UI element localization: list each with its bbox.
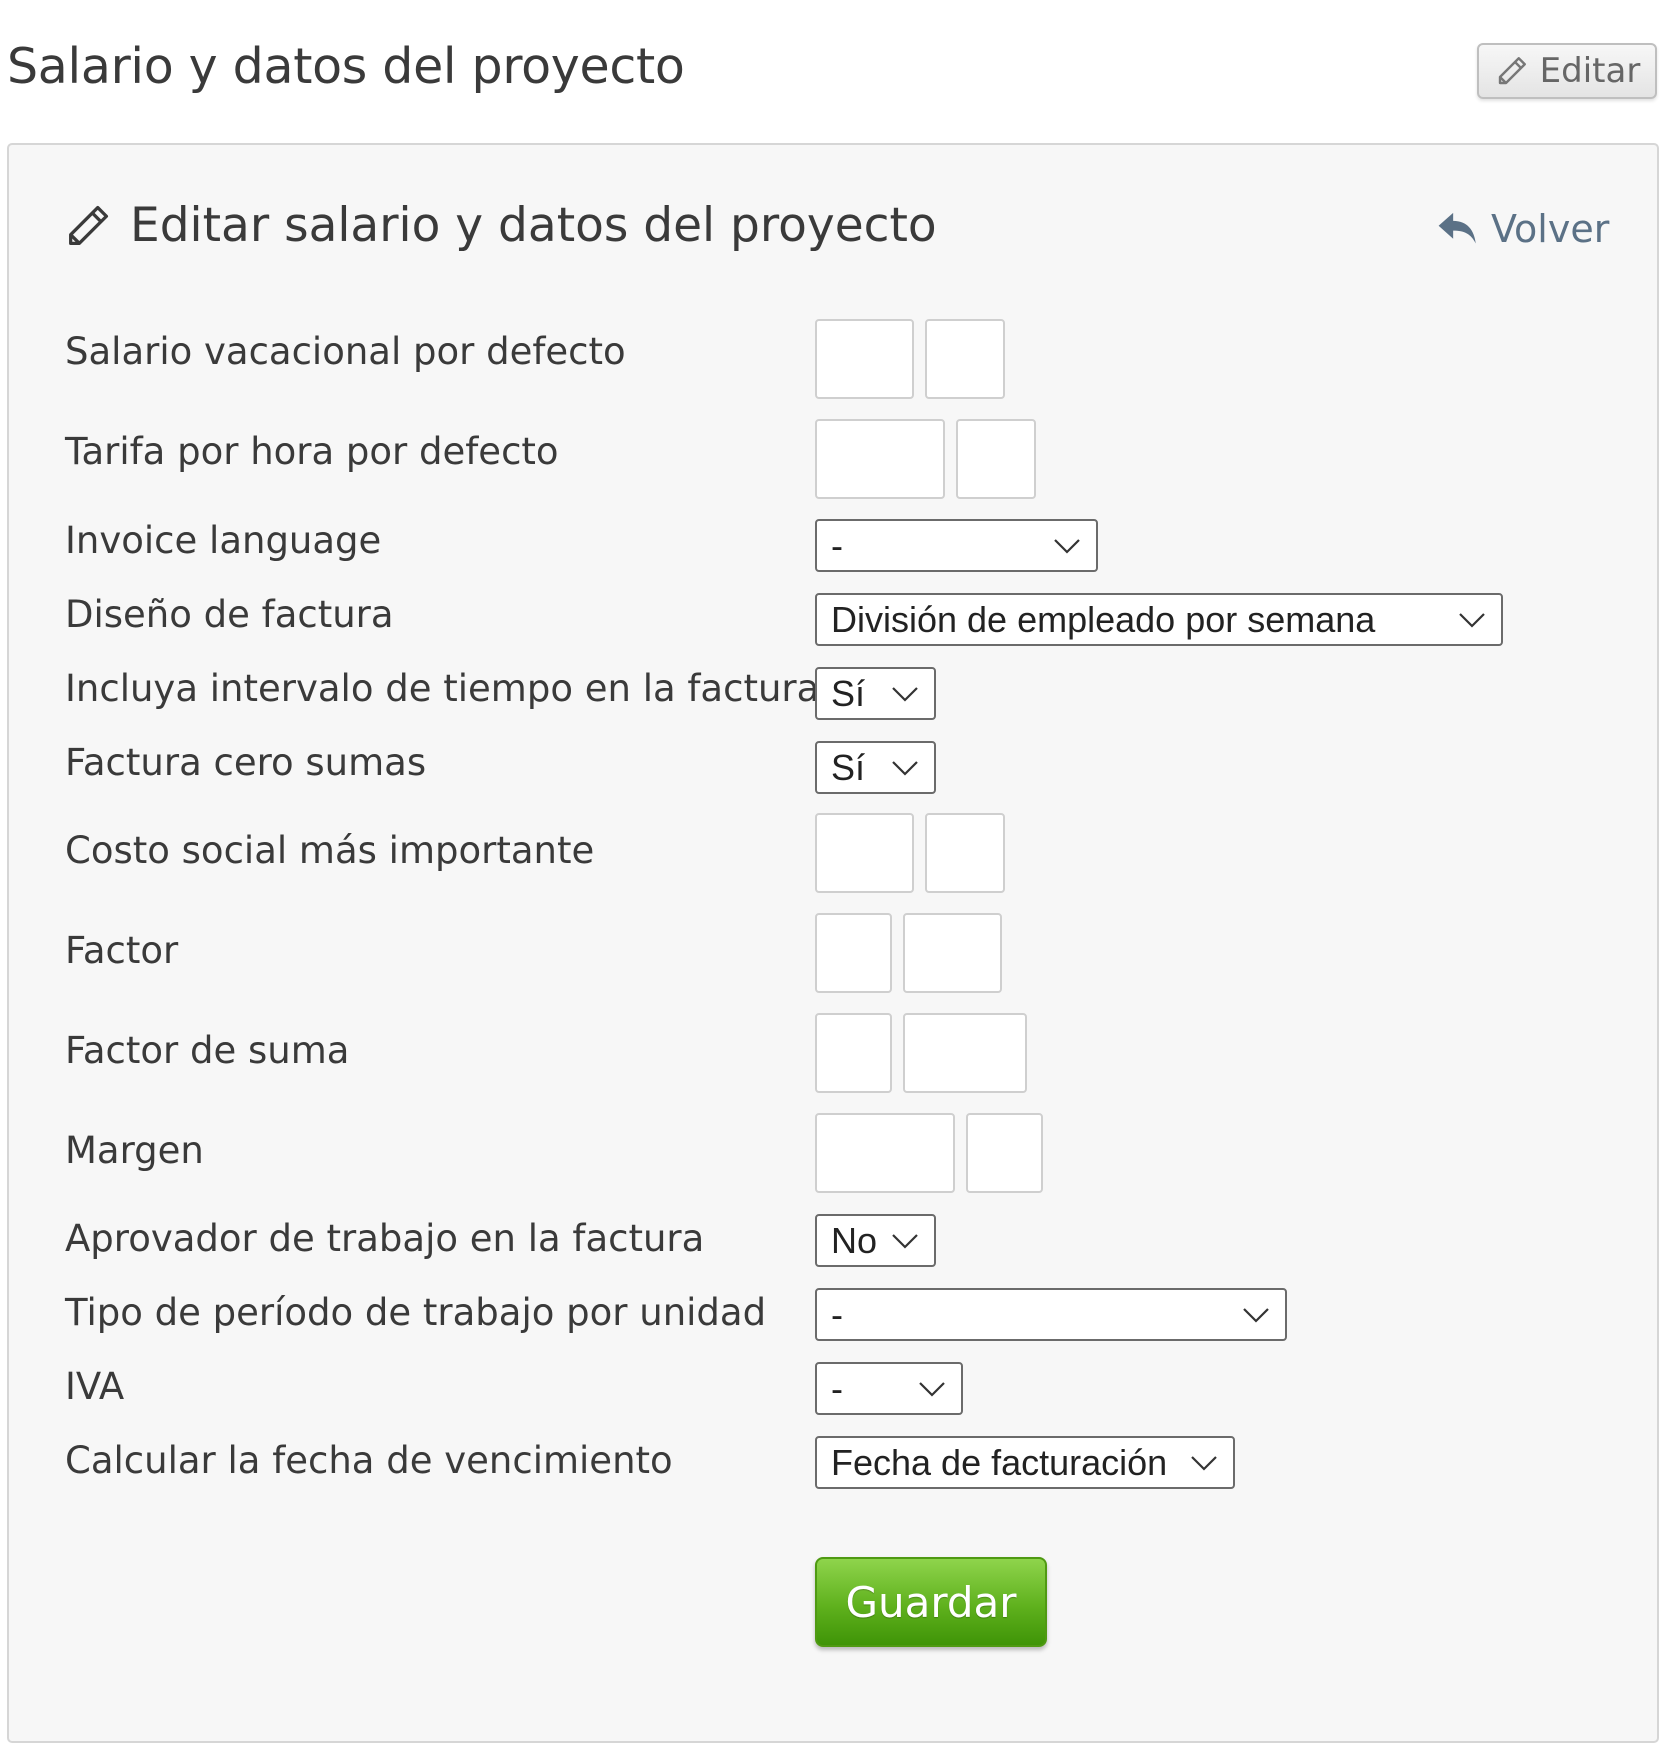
chevron-down-icon — [1191, 1455, 1217, 1471]
invoice-design-select[interactable]: División de empleado por semana — [815, 593, 1503, 646]
chevron-down-icon — [1459, 612, 1485, 628]
factor-label: Factor — [65, 929, 179, 972]
invoice-design-value: División de empleado por semana — [831, 598, 1376, 640]
sum-factor-label: Factor de suma — [65, 1029, 350, 1072]
vat-select[interactable]: - — [815, 1362, 963, 1415]
save-button[interactable]: Guardar — [815, 1557, 1047, 1647]
work-period-type-select[interactable]: - — [815, 1288, 1287, 1341]
due-date-calc-select[interactable]: Fecha de facturación — [815, 1436, 1235, 1489]
factor-input-b[interactable] — [903, 913, 1002, 993]
edit-button[interactable]: Editar — [1477, 43, 1657, 99]
social-cost-label: Costo social más importante — [65, 829, 595, 872]
invoice-language-value: - — [831, 524, 843, 566]
pencil-icon — [1498, 57, 1526, 85]
chevron-down-icon — [1054, 538, 1080, 554]
invoice-design-label: Diseño de factura — [65, 593, 394, 636]
back-link[interactable]: Volver — [1437, 207, 1609, 251]
work-period-type-value: - — [831, 1293, 843, 1335]
chevron-down-icon — [1243, 1307, 1269, 1323]
margin-label: Margen — [65, 1129, 204, 1172]
margin-input-a[interactable] — [815, 1113, 955, 1193]
panel-title-text: Editar salario y datos del proyecto — [130, 198, 937, 253]
chevron-down-icon — [892, 686, 918, 702]
back-link-label: Volver — [1491, 207, 1610, 251]
vacation-salary-label: Salario vacacional por defecto — [65, 330, 626, 373]
work-approver-value: No — [831, 1219, 878, 1261]
panel-title: Editar salario y datos del proyecto — [62, 198, 937, 253]
vacation-salary-input-a[interactable] — [815, 319, 914, 399]
work-approver-label: Aprovador de trabajo en la factura — [65, 1217, 705, 1260]
sum-factor-input-a[interactable] — [815, 1013, 892, 1093]
social-cost-input-b[interactable] — [925, 813, 1005, 893]
zero-sum-invoice-select[interactable]: Sí — [815, 741, 936, 794]
vat-label: IVA — [65, 1365, 125, 1408]
chevron-down-icon — [919, 1381, 945, 1397]
hourly-rate-label: Tarifa por hora por defecto — [65, 430, 559, 473]
edit-button-label: Editar — [1539, 51, 1641, 91]
factor-input-a[interactable] — [815, 913, 892, 993]
hourly-rate-input-b[interactable] — [956, 419, 1036, 499]
margin-input-b[interactable] — [966, 1113, 1043, 1193]
vacation-salary-input-b[interactable] — [925, 319, 1005, 399]
invoice-language-label: Invoice language — [65, 519, 382, 562]
include-interval-select[interactable]: Sí — [815, 667, 936, 720]
zero-sum-invoice-label: Factura cero sumas — [65, 741, 427, 784]
vat-value: - — [831, 1367, 843, 1409]
invoice-language-select[interactable]: - — [815, 519, 1098, 572]
due-date-calc-label: Calcular la fecha de vencimiento — [65, 1439, 673, 1482]
chevron-down-icon — [892, 760, 918, 776]
reply-arrow-icon — [1438, 212, 1476, 244]
hourly-rate-input-a[interactable] — [815, 419, 945, 499]
sum-factor-input-b[interactable] — [903, 1013, 1027, 1093]
social-cost-input-a[interactable] — [815, 813, 914, 893]
chevron-down-icon — [892, 1233, 918, 1249]
work-approver-select[interactable]: No — [815, 1214, 936, 1267]
page-title: Salario y datos del proyecto — [7, 38, 685, 95]
zero-sum-invoice-value: Sí — [831, 746, 866, 788]
due-date-calc-value: Fecha de facturación — [831, 1441, 1168, 1483]
include-interval-label: Incluya intervalo de tiempo en la factur… — [65, 667, 820, 710]
include-interval-value: Sí — [831, 672, 866, 714]
work-period-type-label: Tipo de período de trabajo por unidad — [65, 1291, 767, 1334]
pencil-icon — [69, 205, 109, 245]
